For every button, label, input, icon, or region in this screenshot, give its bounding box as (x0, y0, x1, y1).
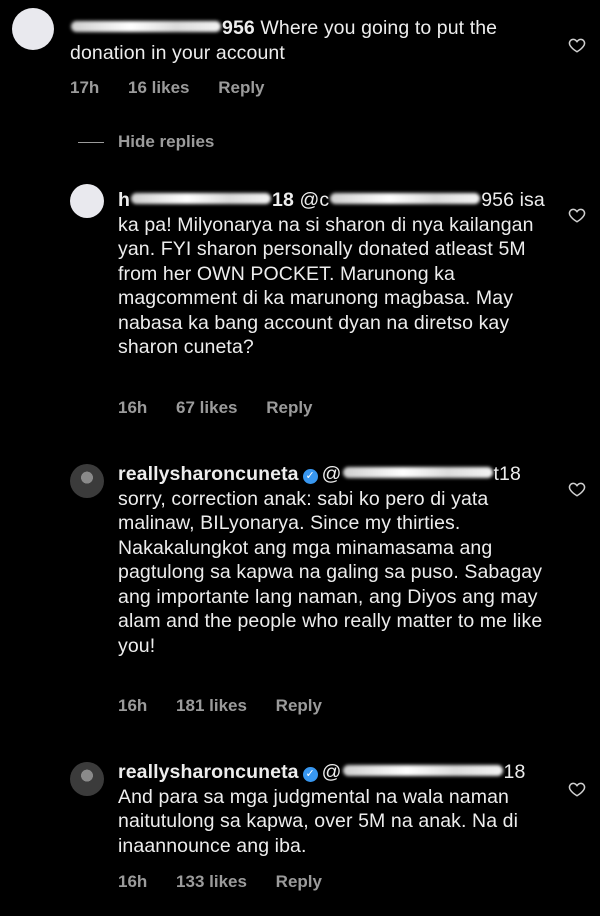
reply-button[interactable]: Reply (276, 872, 322, 891)
timestamp: 17h (70, 78, 100, 97)
username[interactable]: reallysharoncuneta (118, 463, 299, 485)
mention[interactable]: @c 956 (299, 189, 514, 211)
reply-button[interactable]: Reply (218, 78, 264, 97)
heart-icon[interactable] (568, 780, 586, 798)
likes-count[interactable]: 67 likes (176, 398, 237, 417)
comment-text: reallysharoncuneta ✓ @ t18 sorry, correctio… (118, 463, 543, 657)
avatar[interactable] (70, 184, 104, 218)
hide-replies-label[interactable]: Hide replies (118, 132, 214, 152)
likes-count[interactable]: 133 likes (176, 872, 247, 891)
username[interactable]: h 18 (118, 189, 294, 211)
likes-count[interactable]: 181 likes (176, 696, 247, 715)
avatar[interactable] (70, 464, 104, 498)
comment-text: reallysharoncuneta ✓ @18 And para sa mga j… (118, 761, 526, 857)
avatar[interactable] (12, 8, 54, 50)
timestamp: 16h (118, 872, 148, 891)
verified-badge-icon: ✓ (302, 767, 318, 782)
reply-button[interactable]: Reply (276, 696, 322, 715)
avatar[interactable] (70, 762, 104, 796)
mention[interactable]: @18 (322, 761, 526, 783)
heart-icon[interactable] (568, 206, 586, 224)
heart-icon[interactable] (568, 36, 586, 54)
comment-meta: 16h 181 likes Reply (118, 696, 346, 716)
comment-meta: 16h 67 likes Reply (118, 398, 337, 418)
heart-icon[interactable] (568, 480, 586, 498)
comment-text: h 18 @c 956 isa ka pa! Milyonarya na si sh… (118, 189, 545, 358)
timestamp: 16h (118, 398, 148, 417)
comment-text: 956 Where you going to put the donation … (70, 17, 498, 64)
reply-button[interactable]: Reply (266, 398, 312, 417)
divider (78, 142, 104, 143)
username[interactable]: 956 (70, 17, 255, 39)
username[interactable]: reallysharoncuneta (118, 761, 299, 783)
timestamp: 16h (118, 696, 148, 715)
verified-badge-icon: ✓ (302, 469, 318, 484)
comment-meta: 17h 16 likes Reply (70, 78, 289, 98)
mention[interactable]: @ t18 (322, 463, 521, 485)
likes-count[interactable]: 16 likes (128, 78, 189, 97)
comment-meta: 16h 133 likes Reply (118, 872, 346, 892)
